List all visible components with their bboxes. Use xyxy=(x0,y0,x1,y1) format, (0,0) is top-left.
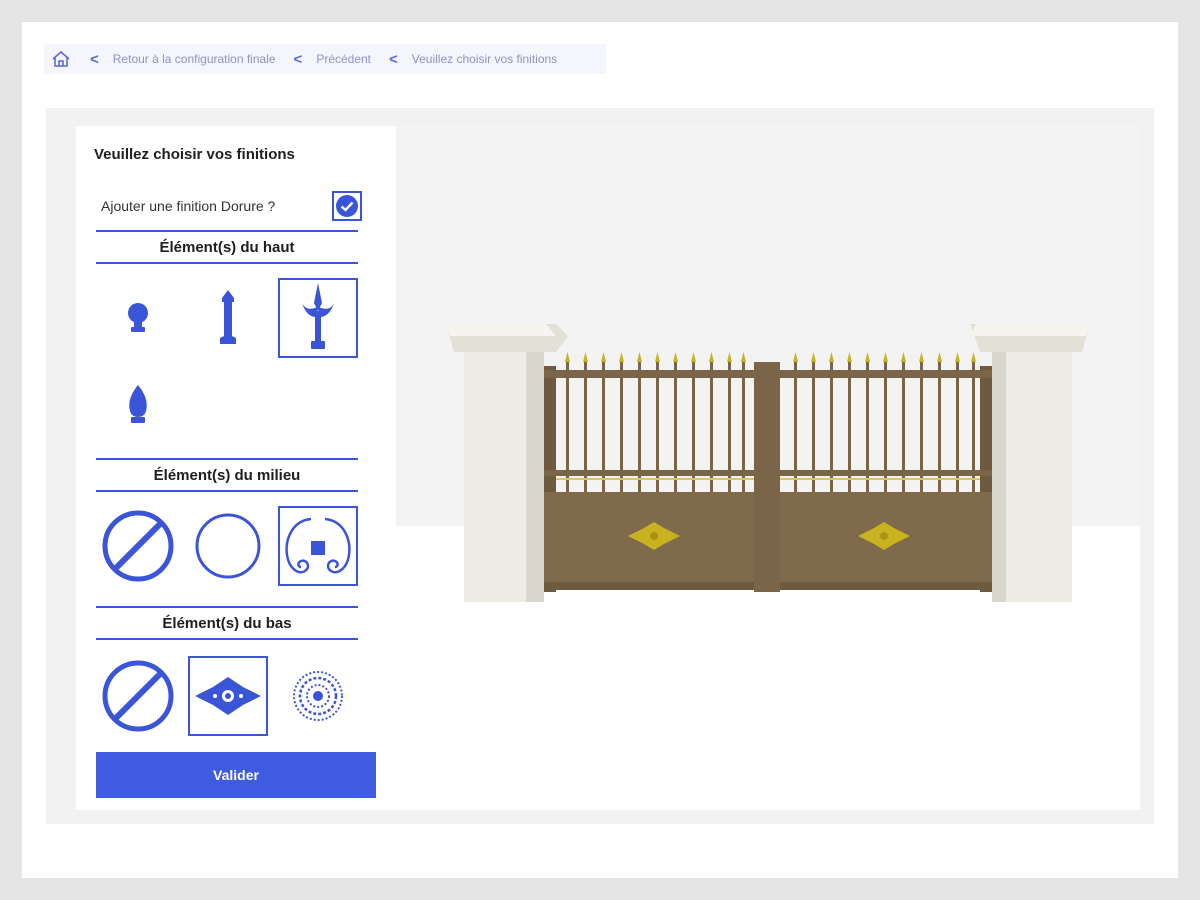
gate-left-leaf xyxy=(544,352,756,592)
scroll-ornament-icon xyxy=(285,517,351,574)
top-element-spear-finial[interactable] xyxy=(278,278,358,358)
none-icon xyxy=(102,660,174,732)
bottom-element-none[interactable] xyxy=(98,656,178,736)
gate-preview-image xyxy=(446,324,1090,602)
home-icon[interactable] xyxy=(50,48,72,70)
top-element-ball-finial[interactable] xyxy=(98,278,178,358)
diamond-ornament-icon xyxy=(195,677,261,715)
middle-element-scroll[interactable] xyxy=(278,506,358,586)
gate-right-leaf xyxy=(780,352,992,592)
middle-element-none[interactable] xyxy=(98,506,178,586)
chevron-left-icon: < xyxy=(90,50,99,68)
breadcrumb-label: Veuillez choisir vos finitions xyxy=(411,52,558,66)
breadcrumb-back-final-config[interactable]: < Retour à la configuration finale xyxy=(72,51,276,68)
round-rosette-icon xyxy=(293,671,343,721)
bottom-element-diamond-rosette[interactable] xyxy=(188,656,268,736)
middle-element-ring[interactable] xyxy=(188,506,268,586)
section-middle-title: Élément(s) du milieu xyxy=(96,458,358,492)
spear-finial-icon xyxy=(302,283,334,349)
top-element-flame-finial[interactable] xyxy=(98,366,178,446)
gate-3d-viewer[interactable] xyxy=(396,126,1140,810)
check-circle-icon xyxy=(336,195,358,217)
ring-icon xyxy=(195,513,261,579)
breadcrumb-label: Précédent xyxy=(316,52,372,66)
finishes-panel: Veuillez choisir vos finitions Ajouter u… xyxy=(76,126,396,810)
chevron-left-icon: < xyxy=(293,50,303,68)
top-element-post-finial[interactable] xyxy=(188,278,268,358)
bottom-element-round-rosette[interactable] xyxy=(278,656,358,736)
gilding-label: Ajouter une finition Dorure ? xyxy=(101,198,276,214)
flame-finial-icon xyxy=(129,385,147,423)
validate-button[interactable]: Valider xyxy=(96,752,376,798)
section-bottom-title: Élément(s) du bas xyxy=(96,606,358,640)
breadcrumb-previous[interactable]: < Précédent xyxy=(276,51,371,68)
none-icon xyxy=(102,510,174,582)
chevron-left-icon: < xyxy=(389,50,398,68)
post-finial-icon xyxy=(220,290,236,344)
panel-title: Veuillez choisir vos finitions xyxy=(94,146,295,163)
gilding-checkbox[interactable] xyxy=(332,191,362,221)
breadcrumb-current: < Veuillez choisir vos finitions xyxy=(371,51,557,68)
breadcrumb-label: Retour à la configuration finale xyxy=(112,52,276,66)
section-top-title: Élément(s) du haut xyxy=(96,230,358,264)
gilding-option: Ajouter une finition Dorure ? xyxy=(96,186,362,226)
breadcrumb: < Retour à la configuration finale < Pré… xyxy=(44,44,606,74)
ball-finial-icon xyxy=(128,303,148,332)
